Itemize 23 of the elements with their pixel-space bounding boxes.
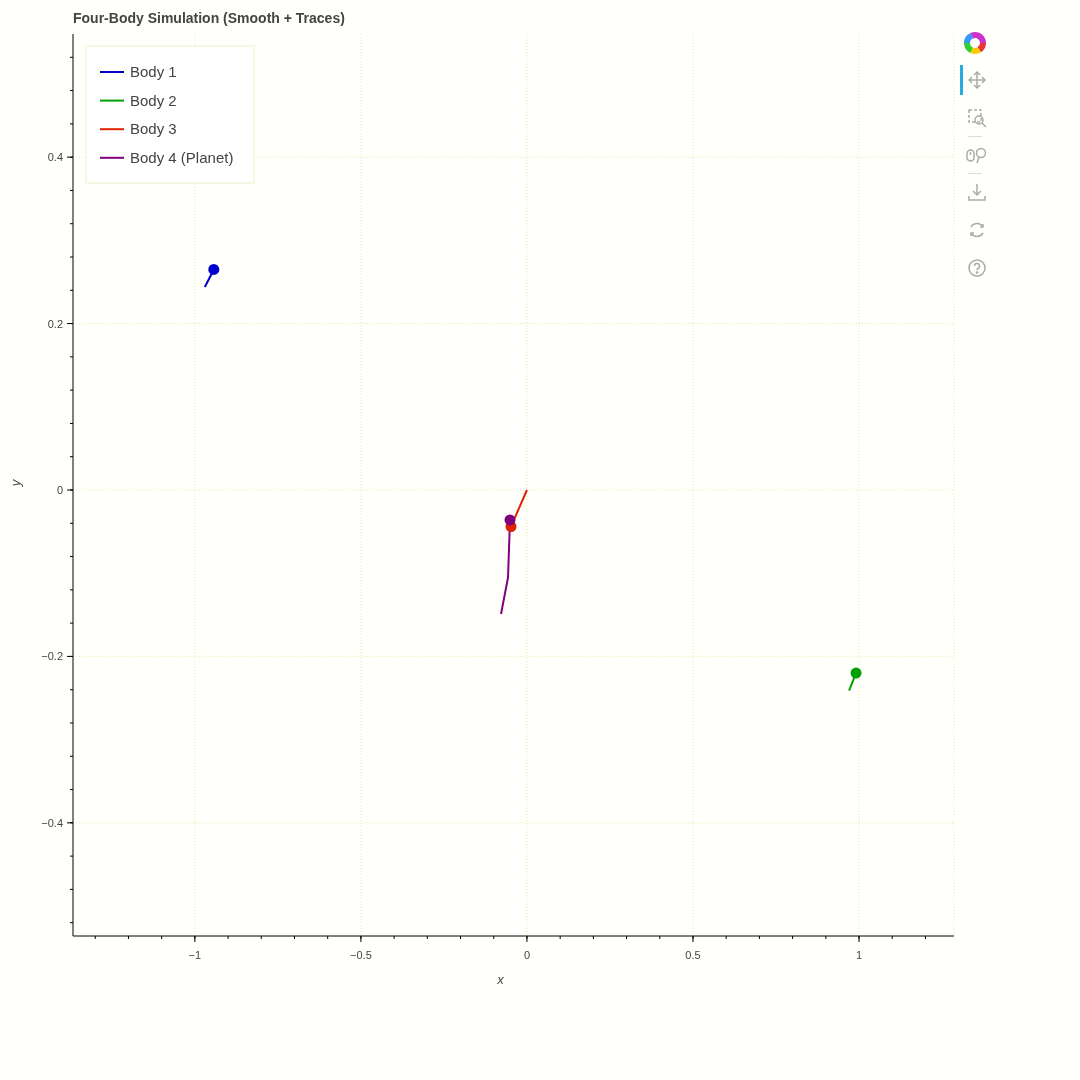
axis-label: y <box>8 479 23 487</box>
tick-label: 0 <box>523 949 530 961</box>
legend-label: Body 3 <box>130 120 177 138</box>
tick-label: −0.4 <box>41 816 63 829</box>
tick-label: 0.4 <box>47 151 63 164</box>
logo-icon <box>963 31 987 55</box>
box-zoom-icon <box>966 108 987 128</box>
tick-label: −1 <box>188 949 202 961</box>
wheel-zoom-icon <box>965 145 988 165</box>
download-icon <box>966 182 987 202</box>
legend-label: Body 4 (Planet) <box>130 148 234 166</box>
help-icon <box>966 258 987 278</box>
tick-label: 1 <box>855 949 863 961</box>
move-arrows-icon <box>966 70 987 90</box>
axis-label: x <box>497 972 504 987</box>
tick-label: 0.2 <box>47 317 63 330</box>
tick-label: 0.5 <box>685 949 701 961</box>
legend-label: Body 2 <box>130 91 177 109</box>
tick-label: −0.2 <box>41 650 63 663</box>
tick-label: 0 <box>56 484 63 496</box>
tick-label: −0.5 <box>350 949 372 961</box>
legend-label: Body 1 <box>130 63 177 80</box>
chart-title: Four-Body Simulation (Smooth + Traces) <box>73 10 345 26</box>
